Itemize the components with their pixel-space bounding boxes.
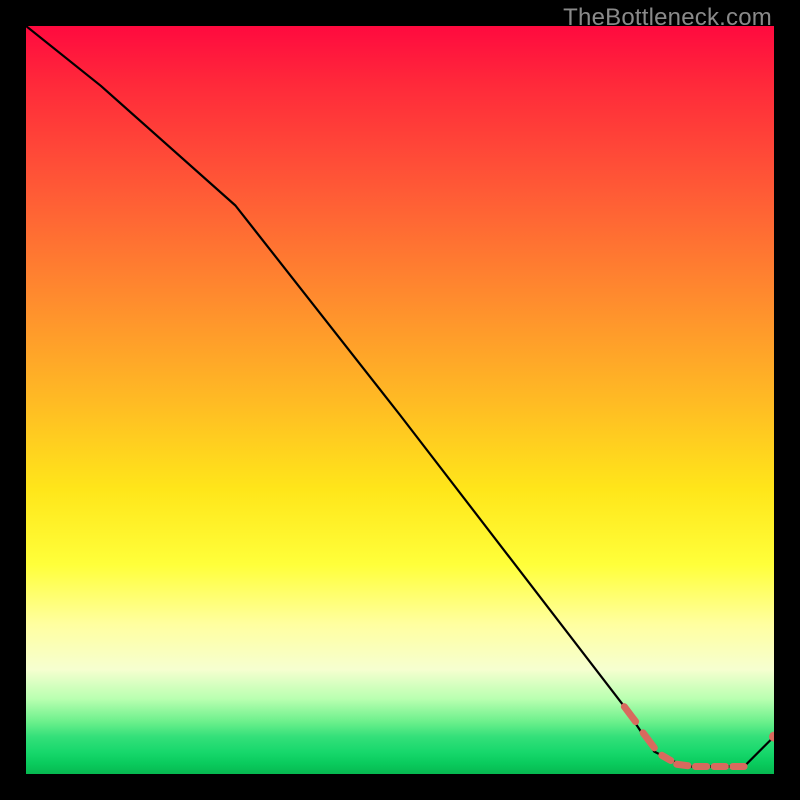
optimal-region-dashes — [624, 707, 744, 767]
chart-svg — [26, 26, 774, 774]
chart-frame: TheBottleneck.com — [0, 0, 800, 800]
optimal-dash — [624, 707, 635, 722]
plot-area — [26, 26, 774, 774]
bottleneck-curve — [26, 26, 774, 767]
optimal-dash — [643, 733, 654, 748]
optimal-dash — [677, 764, 688, 765]
optimal-dash — [662, 755, 671, 760]
